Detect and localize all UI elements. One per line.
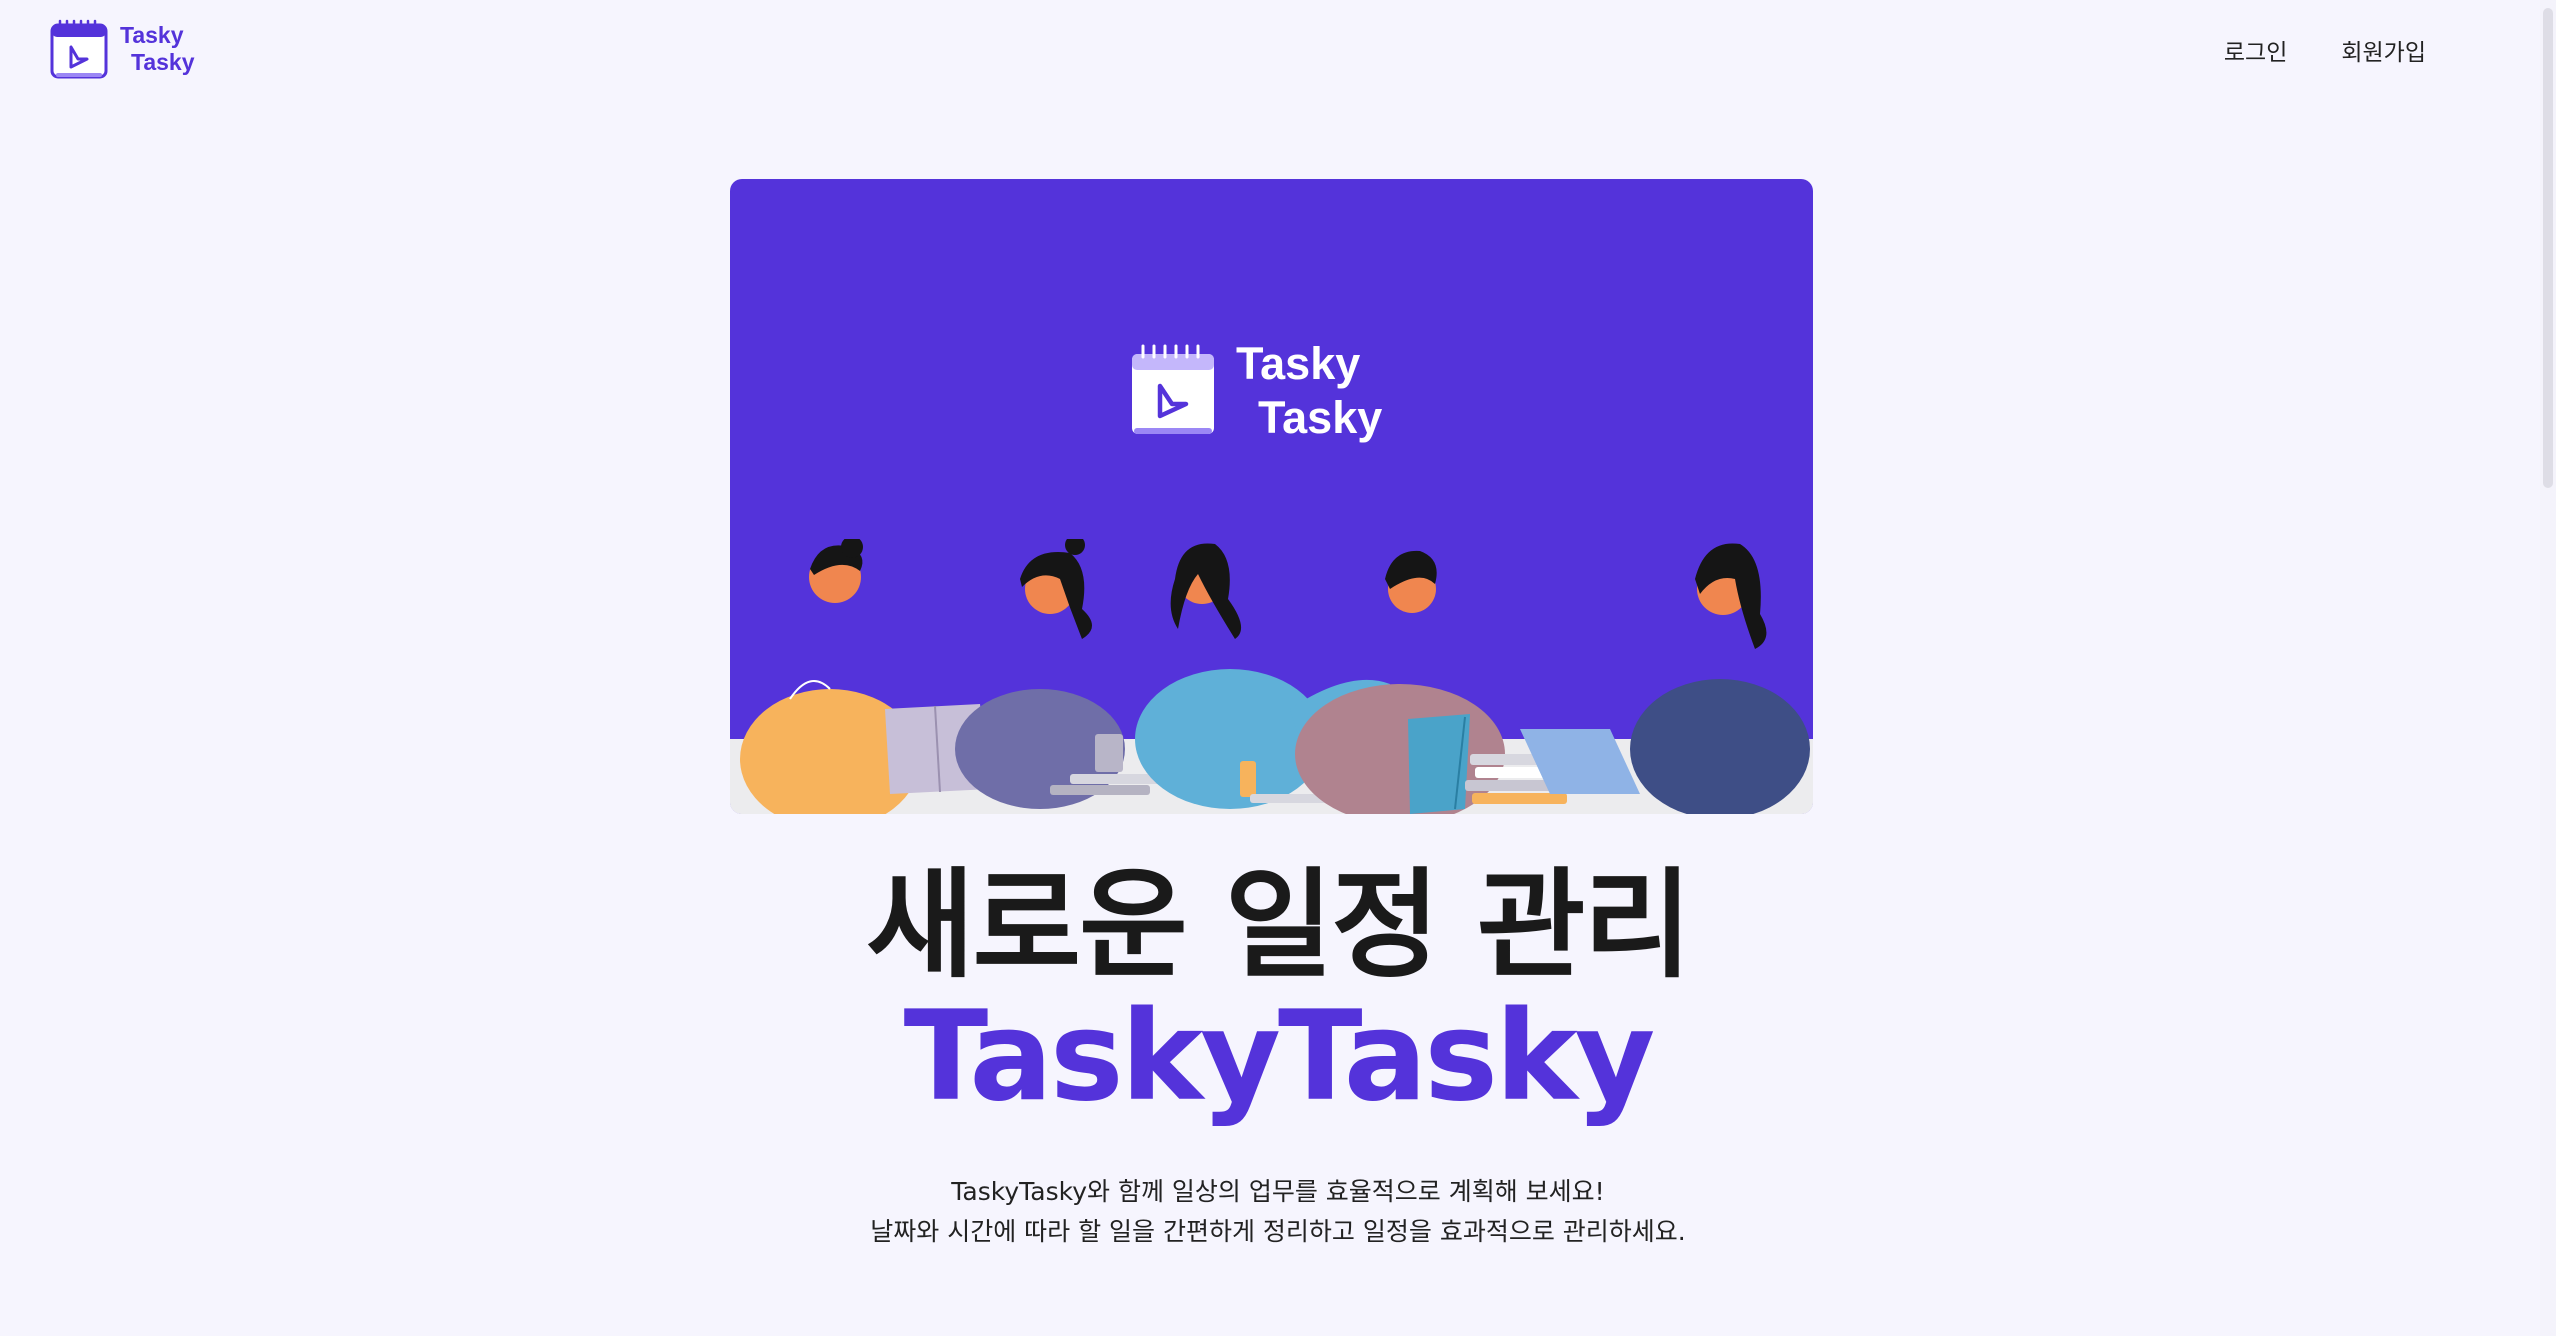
description-line2: 날짜와 시간에 따라 할 일을 간편하게 정리하고 일정을 효과적으로 관리하세… xyxy=(870,1217,1686,1246)
description: TaskyTasky와 함께 일상의 업무를 효율적으로 계획해 보세요! 날짜… xyxy=(0,1172,2556,1252)
hero-logo-line1: Tasky xyxy=(1236,338,1361,389)
brand-title: TaskyTasky xyxy=(903,985,1656,1129)
header: Tasky Tasky 로그인 회원가입 xyxy=(0,0,2556,100)
description-line1: TaskyTasky와 함께 일상의 업무를 효율적으로 계획해 보세요! xyxy=(951,1177,1605,1206)
logo-text: Tasky Tasky xyxy=(120,22,195,76)
scrollbar[interactable] xyxy=(2540,0,2556,1336)
logo-text-line1: Tasky xyxy=(120,22,184,48)
scrollbar-thumb[interactable] xyxy=(2543,8,2553,488)
signup-link[interactable]: 회원가입 xyxy=(2341,33,2426,67)
logo-text-line2: Tasky xyxy=(131,49,195,75)
logo[interactable]: Tasky Tasky xyxy=(50,19,195,79)
calendar-play-icon xyxy=(1132,344,1214,434)
hero-logo-line2: Tasky xyxy=(1258,392,1383,443)
hero-logo-text: Tasky Tasky xyxy=(1236,337,1382,445)
page-title: 새로운 일정 관리 xyxy=(865,856,1692,994)
hero-logo: Tasky Tasky xyxy=(1130,337,1382,445)
calendar-play-icon xyxy=(50,19,108,79)
hero-banner: Tasky Tasky xyxy=(730,179,1813,814)
login-link[interactable]: 로그인 xyxy=(2224,33,2287,67)
people-working-together-illustration xyxy=(730,539,1813,814)
top-nav: 로그인 회원가입 xyxy=(2224,33,2426,67)
